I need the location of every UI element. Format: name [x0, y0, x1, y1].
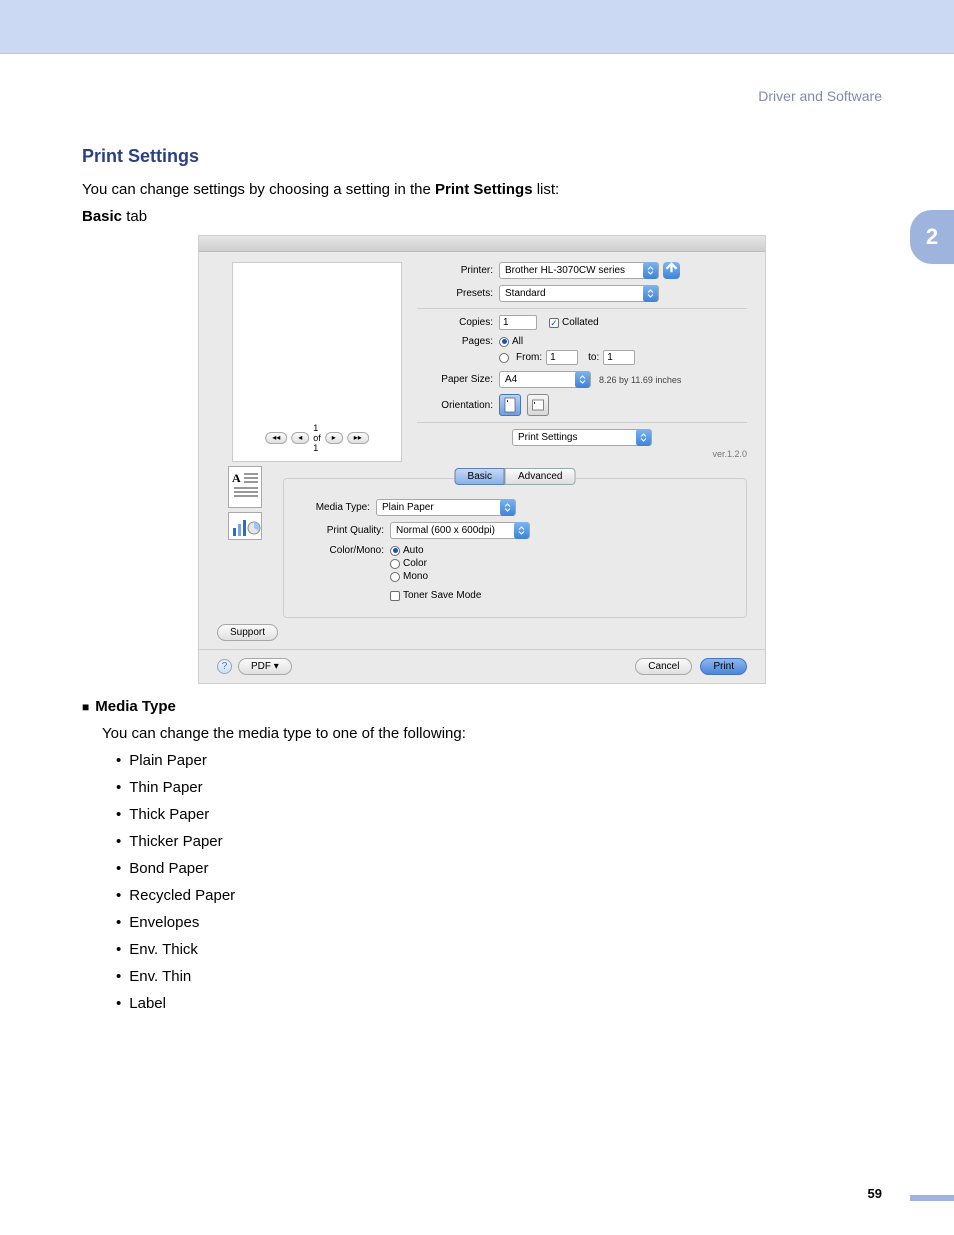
- thumb-chart-icon: [228, 512, 262, 540]
- collated-label: Collated: [562, 317, 599, 328]
- printquality-value: Normal (600 x 600dpi): [396, 523, 495, 538]
- mediatype-heading: ■Media Type: [82, 698, 882, 715]
- copies-label: Copies:: [417, 317, 499, 328]
- pages-from-radio[interactable]: [499, 353, 509, 363]
- colormono-color-radio[interactable]: [390, 559, 400, 569]
- list-item: Envelopes: [116, 914, 882, 931]
- support-button[interactable]: Support: [217, 624, 278, 641]
- collated-checkbox[interactable]: [549, 318, 559, 328]
- mediatype-intro: You can change the media type to one of …: [102, 725, 882, 742]
- papersize-select[interactable]: A4: [499, 371, 591, 388]
- pdf-dropdown-button[interactable]: PDF ▾: [238, 658, 292, 675]
- orientation-landscape-button[interactable]: [527, 394, 549, 416]
- page-number: 59: [868, 1186, 882, 1201]
- svg-text:A: A: [232, 471, 241, 485]
- footer-accent: [910, 1195, 954, 1201]
- pages-label: Pages:: [417, 336, 499, 347]
- list-item: Thin Paper: [116, 779, 882, 796]
- tonersave-label: Toner Save Mode: [403, 590, 481, 601]
- subhead-line: Basic tab: [82, 208, 882, 225]
- mediatype-heading-text: Media Type: [95, 698, 176, 715]
- printer-label: Printer:: [417, 265, 499, 276]
- list-item: Env. Thick: [116, 941, 882, 958]
- version-label: ver.1.2.0: [417, 449, 747, 459]
- printer-value: Brother HL-3070CW series: [505, 263, 625, 278]
- mediatype-list: Plain Paper Thin Paper Thick Paper Thick…: [116, 752, 882, 1012]
- mediatype-label: Media Type:: [294, 502, 376, 513]
- page-title: Print Settings: [82, 146, 882, 167]
- papersize-label: Paper Size:: [417, 374, 499, 385]
- colormono-color-label: Color: [403, 558, 427, 569]
- list-item: Label: [116, 995, 882, 1012]
- list-item: Env. Thin: [116, 968, 882, 985]
- list-item: Recycled Paper: [116, 887, 882, 904]
- colormono-label: Color/Mono:: [294, 545, 390, 556]
- section-select[interactable]: Print Settings: [512, 429, 652, 446]
- pages-from-label: From:: [516, 352, 542, 363]
- intro-post: list:: [533, 181, 560, 198]
- presets-value: Standard: [505, 286, 546, 301]
- list-item: Bond Paper: [116, 860, 882, 877]
- list-item: Thicker Paper: [116, 833, 882, 850]
- help-icon[interactable]: ?: [217, 659, 232, 674]
- printer-status-button[interactable]: [663, 262, 680, 279]
- print-button[interactable]: Print: [700, 658, 747, 675]
- copies-input[interactable]: 1: [499, 315, 537, 330]
- subhead: Basic: [82, 208, 122, 225]
- pages-from-input[interactable]: 1: [546, 350, 578, 365]
- section-select-value: Print Settings: [518, 430, 577, 445]
- colormono-mono-label: Mono: [403, 571, 428, 582]
- tab-basic[interactable]: Basic: [455, 468, 505, 485]
- tonersave-checkbox[interactable]: [390, 591, 400, 601]
- nav-last-button[interactable]: ▸▸: [347, 432, 369, 444]
- papersize-dimensions: 8.26 by 11.69 inches: [599, 375, 681, 385]
- mediatype-select[interactable]: Plain Paper: [376, 499, 516, 516]
- tab-advanced[interactable]: Advanced: [505, 468, 575, 485]
- printer-select[interactable]: Brother HL-3070CW series: [499, 262, 659, 279]
- preview-pane: ◂◂ ◂ 1 of 1 ▸ ▸▸: [232, 262, 402, 462]
- colormono-auto-label: Auto: [403, 545, 424, 556]
- nav-next-button[interactable]: ▸: [325, 432, 343, 444]
- intro-bold: Print Settings: [435, 181, 533, 198]
- mediatype-value: Plain Paper: [382, 500, 434, 515]
- presets-select[interactable]: Standard: [499, 285, 659, 302]
- intro-pre: You can change settings by choosing a se…: [82, 181, 435, 198]
- print-dialog: ◂◂ ◂ 1 of 1 ▸ ▸▸ Printer: Brother HL-307…: [198, 235, 766, 684]
- pages-to-input[interactable]: 1: [603, 350, 635, 365]
- thumb-text-icon: A: [228, 466, 262, 508]
- intro-text: You can change settings by choosing a se…: [82, 181, 882, 198]
- list-item: Plain Paper: [116, 752, 882, 769]
- top-band: [0, 0, 954, 54]
- orientation-portrait-button[interactable]: [499, 394, 521, 416]
- subhead-post: tab: [122, 208, 147, 225]
- cancel-button[interactable]: Cancel: [635, 658, 692, 675]
- preview-pager: 1 of 1: [313, 423, 321, 453]
- printquality-select[interactable]: Normal (600 x 600dpi): [390, 522, 530, 539]
- settings-tabbox: Basic Advanced Media Type: Plain Paper P…: [283, 478, 747, 618]
- printquality-label: Print Quality:: [294, 525, 390, 536]
- colormono-auto-radio[interactable]: [390, 546, 400, 556]
- section-header: Driver and Software: [82, 88, 882, 104]
- colormono-mono-radio[interactable]: [390, 572, 400, 582]
- presets-label: Presets:: [417, 288, 499, 299]
- pages-to-label: to:: [588, 352, 599, 363]
- pages-all-label: All: [512, 336, 523, 347]
- orientation-label: Orientation:: [417, 400, 499, 411]
- papersize-value: A4: [505, 372, 517, 387]
- pages-all-radio[interactable]: [499, 337, 509, 347]
- dialog-titlebar: [199, 236, 765, 252]
- list-item: Thick Paper: [116, 806, 882, 823]
- nav-first-button[interactable]: ◂◂: [265, 432, 287, 444]
- nav-prev-button[interactable]: ◂: [291, 432, 309, 444]
